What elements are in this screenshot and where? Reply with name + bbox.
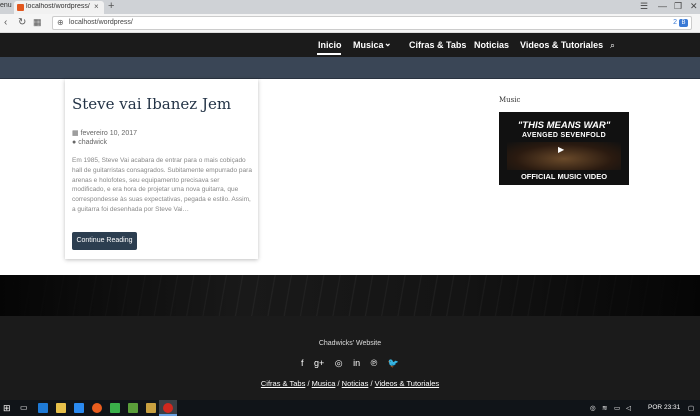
chevron-down-icon[interactable]: ⌄ bbox=[384, 38, 392, 49]
active-taskbar-item[interactable] bbox=[159, 400, 177, 416]
browser-tabstrip: enu localhost/wordpress/?sea × + ☰ — ❐ ✕ bbox=[0, 0, 700, 14]
url-text[interactable]: localhost/wordpress/ bbox=[69, 19, 133, 26]
continue-reading-button[interactable]: Continue Reading bbox=[72, 232, 137, 250]
guitar-fretboard-banner bbox=[0, 275, 700, 316]
notifications-icon[interactable]: ▢ bbox=[688, 404, 694, 412]
browser-tab[interactable]: localhost/wordpress/?sea × bbox=[14, 1, 104, 14]
video-caption-text: OFFICIAL MUSIC VIDEO bbox=[520, 172, 608, 181]
nav-item-musica[interactable]: Musica bbox=[353, 40, 384, 50]
browser-toolbar: ‹ ↻ ▦ ⊕ localhost/wordpress/ 2 B bbox=[0, 14, 700, 33]
main-content: Steve vai Ibanez Jem ▦ fevereiro 10, 201… bbox=[0, 79, 700, 275]
post-date: ▦ fevereiro 10, 2017 bbox=[72, 129, 137, 137]
favicon-icon bbox=[17, 4, 24, 11]
nav-item-cifras-tabs[interactable]: Cifras & Tabs bbox=[409, 40, 466, 50]
maximize-icon[interactable]: ❐ bbox=[674, 1, 682, 12]
new-tab-button[interactable]: + bbox=[108, 0, 114, 12]
pinterest-icon[interactable]: ℗ bbox=[371, 358, 378, 368]
play-icon[interactable]: ▶ bbox=[558, 145, 564, 154]
video-artist-text: AVENGED SEVENFOLD bbox=[522, 132, 606, 139]
video-title-text: "THIS MEANS WAR" bbox=[517, 120, 611, 131]
google-plus-icon[interactable]: g+ bbox=[314, 358, 324, 368]
footer-separator: / bbox=[370, 379, 373, 388]
network-icon[interactable]: ◎ bbox=[590, 404, 596, 412]
header-banner bbox=[0, 57, 700, 79]
wifi-icon[interactable]: ≋ bbox=[602, 404, 607, 412]
active-nav-underline bbox=[317, 53, 341, 55]
footer-separator: / bbox=[337, 379, 340, 388]
fretboard-shading bbox=[0, 275, 700, 316]
back-icon[interactable]: ‹ bbox=[4, 17, 7, 28]
browser-menu-label[interactable]: enu bbox=[0, 2, 12, 9]
footer-link-musica[interactable]: Musica bbox=[312, 379, 336, 388]
post-author-text[interactable]: chadwick bbox=[78, 139, 107, 146]
globe-icon: ⊕ bbox=[57, 18, 64, 27]
speed-dial-icon[interactable]: ▦ bbox=[33, 17, 42, 28]
windows-taskbar: ⊞ ▭ ◎ ≋ ▭ ◁ POR 23:31 ▢ bbox=[0, 400, 700, 416]
extension-badge-icon[interactable]: B bbox=[679, 19, 688, 27]
language-indicator[interactable]: POR bbox=[648, 404, 662, 411]
tab-title: localhost/wordpress/?sea bbox=[26, 3, 90, 10]
app-icon-minecraft[interactable] bbox=[128, 403, 138, 413]
post-date-text: fevereiro 10, 2017 bbox=[80, 130, 138, 137]
app-icon-green[interactable] bbox=[110, 403, 120, 413]
close-window-icon[interactable]: ✕ bbox=[690, 1, 698, 12]
twitter-icon[interactable]: 🐦 bbox=[388, 358, 399, 369]
site-navbar: Inicio Musica ⌄ Cifras & Tabs Noticias V… bbox=[0, 33, 700, 57]
nav-item-noticias[interactable]: Noticias bbox=[474, 40, 509, 50]
windows-start-icon[interactable]: ⊞ bbox=[3, 403, 11, 414]
footer-link-cifras-tabs[interactable]: Cifras & Tabs bbox=[261, 379, 305, 388]
post-card: Steve vai Ibanez Jem ▦ fevereiro 10, 201… bbox=[65, 79, 258, 259]
task-view-icon[interactable]: ▭ bbox=[20, 403, 30, 413]
nav-item-inicio[interactable]: Inicio bbox=[318, 40, 342, 50]
volume-icon[interactable]: ◁ bbox=[626, 404, 631, 412]
footer-link-noticias[interactable]: Noticias bbox=[342, 379, 369, 388]
store-icon[interactable] bbox=[74, 403, 84, 413]
social-links: f g+ ◎ in ℗ 🐦 bbox=[0, 358, 700, 369]
facebook-icon[interactable]: f bbox=[301, 358, 304, 368]
clock[interactable]: 23:31 bbox=[664, 404, 680, 411]
file-explorer-icon[interactable] bbox=[56, 403, 66, 413]
post-excerpt: Em 1985, Steve Vai acabara de entrar par… bbox=[72, 157, 252, 213]
tab-close-icon[interactable]: × bbox=[94, 2, 99, 11]
battery-icon[interactable]: ▭ bbox=[614, 404, 620, 412]
app-icon-yellow[interactable] bbox=[146, 403, 156, 413]
footer-site-name: Chadwicks' Website bbox=[318, 340, 382, 347]
nav-item-videos-tutoriales[interactable]: Videos & Tutoriales bbox=[520, 40, 603, 50]
post-title[interactable]: Steve vai Ibanez Jem bbox=[72, 95, 231, 113]
firefox-icon[interactable] bbox=[92, 403, 102, 413]
linkedin-icon[interactable]: in bbox=[353, 358, 360, 368]
minimize-icon[interactable]: — bbox=[658, 1, 667, 11]
footer-separator: / bbox=[307, 379, 310, 388]
footer-links: Cifras & Tabs / Musica / Noticias / Vide… bbox=[0, 379, 700, 388]
sidebar-widget-title: Music bbox=[499, 96, 521, 104]
search-icon[interactable]: ⌕ bbox=[610, 40, 615, 51]
browser-menu-icon[interactable]: ☰ bbox=[640, 1, 648, 12]
post-author: ● chadwick bbox=[72, 139, 107, 146]
reload-icon[interactable]: ↻ bbox=[18, 17, 26, 28]
calendar-icon: ▦ bbox=[72, 130, 79, 137]
address-bar[interactable]: ⊕ localhost/wordpress/ 2 B bbox=[52, 16, 692, 30]
footer-link-videos-tutoriales[interactable]: Videos & Tutoriales bbox=[375, 379, 439, 388]
site-footer: Chadwicks' Website f g+ ◎ in ℗ 🐦 Cifras … bbox=[0, 316, 700, 400]
extension-count: 2 bbox=[673, 19, 677, 26]
opera-icon bbox=[163, 403, 173, 413]
user-icon: ● bbox=[72, 139, 77, 146]
music-video-embed[interactable]: "THIS MEANS WAR" AVENGED SEVENFOLD ▶ OFF… bbox=[499, 112, 629, 185]
instagram-icon[interactable]: ◎ bbox=[335, 358, 343, 369]
edge-browser-icon[interactable] bbox=[38, 403, 48, 413]
